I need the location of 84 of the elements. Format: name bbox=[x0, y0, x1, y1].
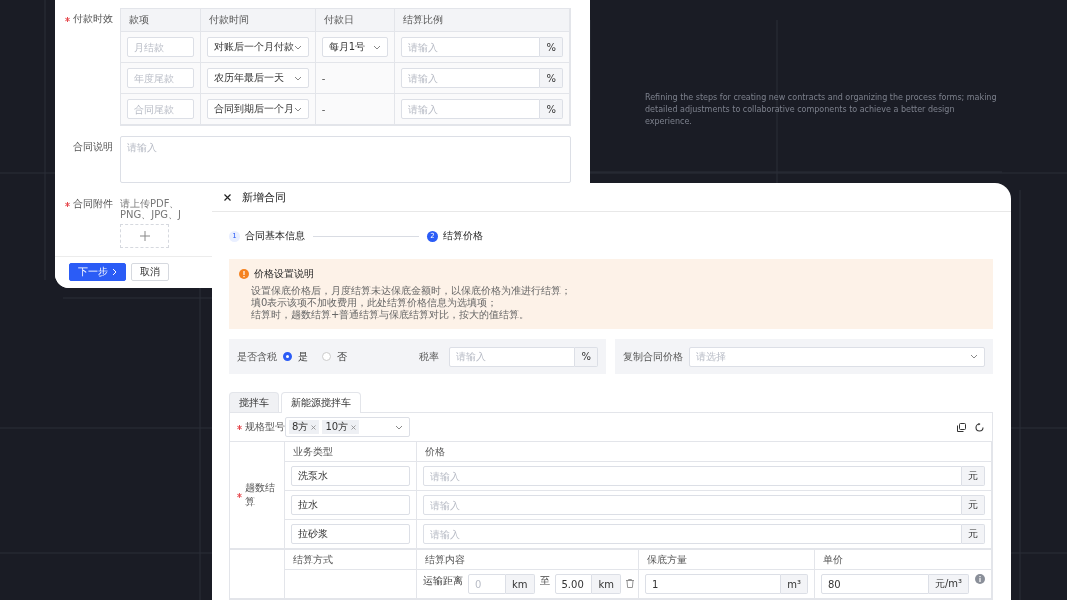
select-field[interactable]: 合同到期后一个月 bbox=[206, 99, 309, 119]
distance-input[interactable]: 5.00 bbox=[554, 574, 593, 594]
chevron-icon bbox=[293, 44, 302, 50]
unit-label: km bbox=[505, 574, 535, 594]
field-label: 合同说明 bbox=[73, 140, 113, 154]
refresh-icon[interactable] bbox=[975, 422, 984, 432]
column-header: 付款日 bbox=[315, 9, 396, 32]
cancel-button[interactable]: 取消 bbox=[131, 263, 169, 281]
column-header: 付款时间 bbox=[200, 9, 316, 32]
field-label: 复制合同价格 bbox=[623, 349, 683, 364]
notice-text: 设置保底价格后，月度结算未达保底金额时，以保底价格为准进行结算； bbox=[250, 285, 572, 297]
chevron-icon bbox=[970, 354, 978, 359]
notice-text: 结算时，趟数结算+普通结算与保底结算对比，按大的值结算。 bbox=[250, 309, 531, 321]
unit-label: 元 bbox=[962, 466, 985, 486]
close-icon[interactable] bbox=[224, 193, 231, 201]
trash-icon[interactable] bbox=[626, 579, 634, 588]
ratio-input[interactable]: 请输入 bbox=[401, 37, 541, 57]
tag-chip: 8方 bbox=[289, 420, 320, 434]
tab[interactable]: 搅拌车 bbox=[229, 392, 279, 412]
chevron-icon bbox=[395, 424, 403, 430]
ratio-input[interactable]: 请输入 bbox=[401, 68, 541, 88]
unit-label: % bbox=[540, 68, 563, 88]
info-icon bbox=[975, 574, 985, 584]
unit-label: m³ bbox=[781, 574, 808, 594]
chevron-icon bbox=[293, 75, 302, 81]
cell-text: - bbox=[321, 72, 327, 84]
unit-label: 元 bbox=[962, 495, 985, 515]
radio-label: 是 bbox=[298, 349, 308, 364]
business-type-input[interactable]: 拉砂浆 bbox=[291, 524, 410, 544]
warning-icon bbox=[239, 269, 249, 279]
field-label: 税率 bbox=[419, 349, 439, 364]
select-field[interactable]: 对账后一个月付款 bbox=[206, 37, 309, 57]
column-header: 保底方量 bbox=[639, 550, 815, 570]
field-label: 付款时效 bbox=[73, 12, 113, 26]
column-header: 结算比例 bbox=[395, 9, 570, 32]
column-header: 款项 bbox=[121, 9, 201, 32]
price-input[interactable]: 请输入 bbox=[423, 524, 962, 544]
caption-text: Refining the steps for creating new contracts and organizing the process forms; making detailed adjustments to collaborative components to achieve a better design experience. bbox=[645, 92, 997, 128]
field-label: 趟数结算 bbox=[244, 481, 276, 509]
step-label[interactable]: 合同基本信息 bbox=[245, 229, 305, 243]
step-label[interactable]: 结算价格 bbox=[443, 229, 483, 243]
field-label: 规格型号 bbox=[245, 420, 285, 434]
select-field[interactable]: 每月1号 bbox=[321, 37, 389, 57]
tag-chip: 10方 bbox=[322, 420, 360, 434]
column-header: 单价 bbox=[815, 550, 992, 570]
radio-button[interactable] bbox=[283, 352, 292, 361]
column-header: 业务类型 bbox=[285, 442, 417, 462]
unit-label: % bbox=[540, 99, 563, 119]
chevron-icon bbox=[373, 44, 382, 50]
column-header: 价格 bbox=[417, 442, 992, 462]
dialog-title: 新增合同 bbox=[242, 189, 286, 205]
business-type-input[interactable]: 拉水 bbox=[291, 495, 410, 515]
tab[interactable]: 新能源搅拌车 bbox=[281, 392, 361, 413]
business-type-input[interactable]: 洗泵水 bbox=[291, 466, 410, 486]
range-separator: 至 bbox=[538, 574, 551, 588]
price-input[interactable]: 请输入 bbox=[423, 466, 962, 486]
price-input[interactable]: 请输入 bbox=[423, 495, 962, 515]
unit-label: 元 bbox=[962, 524, 985, 544]
field-label: 运输距离 bbox=[423, 574, 464, 588]
next-button[interactable]: 下一步 bbox=[69, 263, 126, 281]
chevron-right-icon bbox=[112, 268, 117, 276]
upload-box[interactable] bbox=[120, 224, 169, 248]
notice-text: 填0表示该项不加收费用，此处结算价格信息为选填项； bbox=[250, 297, 499, 309]
distance-input[interactable]: 0 bbox=[468, 574, 506, 594]
field-label: 是否含税 bbox=[237, 349, 277, 364]
chevron-icon bbox=[293, 106, 302, 112]
select-field[interactable]: 农历年最后一天 bbox=[206, 68, 309, 88]
upload-hint: 请上传PDF、PNG、JPG、J bbox=[120, 197, 182, 220]
unit-label: km bbox=[592, 574, 621, 594]
tax-rate-input[interactable]: 请输入 bbox=[449, 346, 576, 367]
ratio-input[interactable]: 请输入 bbox=[401, 99, 541, 119]
unit-label: % bbox=[540, 37, 563, 57]
copy-icon[interactable] bbox=[957, 422, 966, 432]
unit-price-input[interactable]: 80 bbox=[821, 574, 929, 594]
volume-input[interactable]: 1 bbox=[645, 574, 782, 594]
radio-label: 否 bbox=[337, 349, 347, 364]
unit-label: 元/m³ bbox=[928, 574, 969, 594]
cell-text: - bbox=[321, 103, 327, 115]
unit-label: % bbox=[575, 346, 598, 367]
notice-title: 价格设置说明 bbox=[254, 267, 314, 281]
field-label: 合同附件 bbox=[73, 197, 113, 211]
column-header: 结算方式 bbox=[285, 550, 417, 570]
column-header: 结算内容 bbox=[417, 550, 639, 570]
plus-icon bbox=[139, 231, 150, 241]
